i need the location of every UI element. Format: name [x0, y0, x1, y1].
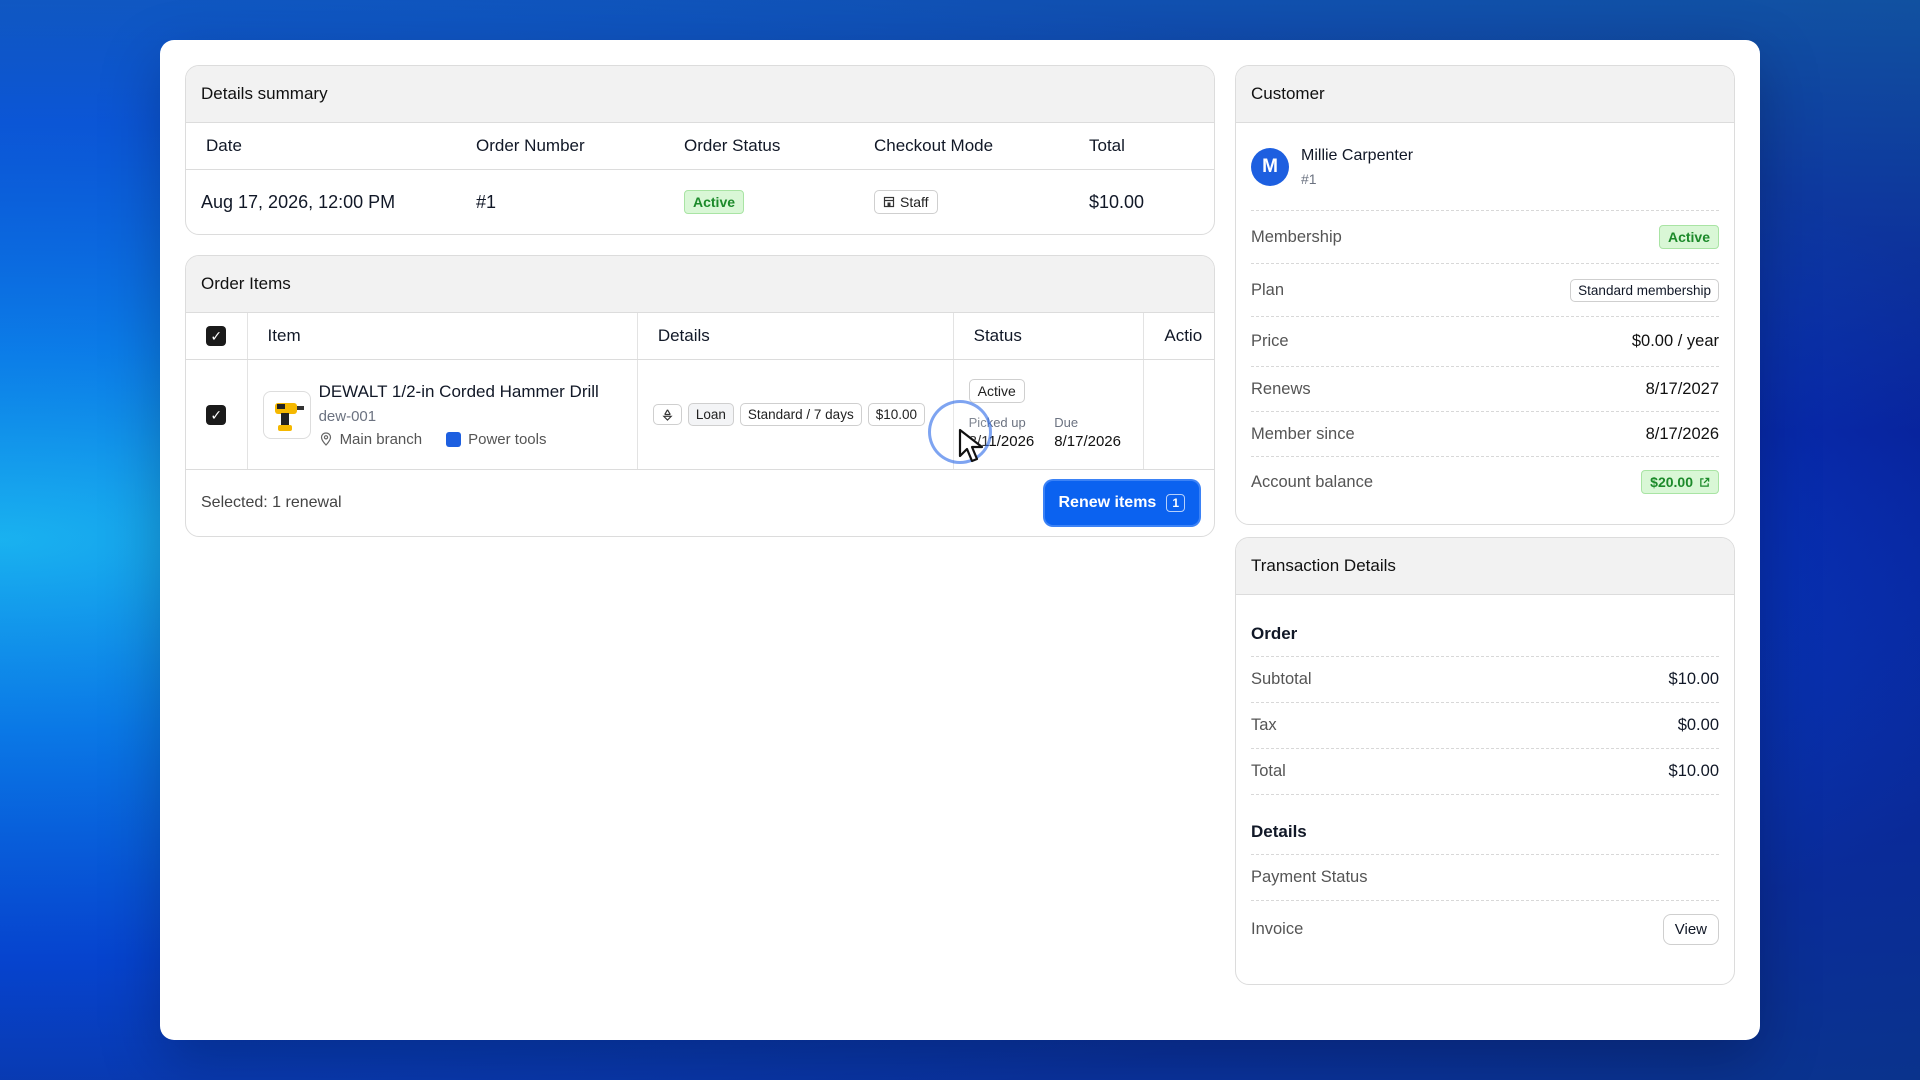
plan-badge: Standard membership	[1570, 278, 1719, 302]
order-items-footer: Selected: 1 renewal Renew items 1	[186, 470, 1214, 536]
category-color-icon	[446, 431, 462, 447]
payment-status-label: Payment Status	[1251, 868, 1368, 886]
plan-label: Plan	[1251, 280, 1285, 299]
drill-icon	[274, 402, 304, 431]
recycle-badge	[652, 404, 682, 425]
customer-profile[interactable]: M Millie Carpenter #1	[1251, 123, 1719, 211]
recycle-icon	[662, 409, 673, 421]
row-checkbox[interactable]: ✓	[206, 404, 227, 425]
subtotal-row: Subtotal $10.00	[1251, 657, 1719, 703]
store-icon	[883, 196, 895, 208]
due-date: 8/17/2026	[1054, 433, 1121, 450]
price-label: Price	[1251, 332, 1289, 350]
customer-title: Customer	[1236, 66, 1734, 123]
external-link-icon	[1700, 477, 1710, 487]
details-section-title: Details	[1251, 795, 1719, 855]
balance-label: Account balance	[1251, 472, 1374, 491]
details-summary-title: Details summary	[186, 66, 1214, 123]
balance-value: $20.00	[1650, 474, 1693, 490]
renew-items-label: Renew items	[1058, 494, 1157, 511]
payment-status-row: Payment Status	[1251, 855, 1719, 901]
header-details: Details	[638, 313, 954, 359]
balance-badge[interactable]: $20.00	[1641, 470, 1719, 494]
order-status-badge: Active	[684, 190, 745, 214]
membership-row: Membership Active	[1251, 211, 1719, 264]
item-category: Power tools	[468, 430, 547, 448]
order-items-card: Order Items ✓ Item Details Status Actio …	[185, 255, 1215, 537]
customer-number: #1	[1301, 170, 1317, 187]
transaction-title: Transaction Details	[1236, 538, 1734, 595]
due-label: Due	[1054, 415, 1079, 430]
total-row: Total $10.00	[1251, 749, 1719, 795]
header-order-status: Order Status	[684, 136, 781, 155]
header-checkout-mode: Checkout Mode	[874, 136, 994, 155]
header-order-number: Order Number	[476, 136, 585, 155]
member-since-row: Member since 8/17/2026	[1251, 412, 1719, 457]
total-label: Total	[1251, 762, 1286, 780]
renews-value: 8/17/2027	[1645, 379, 1719, 398]
balance-row: Account balance $20.00	[1251, 457, 1719, 507]
header-total: Total	[1089, 136, 1125, 155]
membership-badge: Active	[1658, 225, 1719, 249]
tax-label: Tax	[1251, 716, 1277, 734]
order-section-title: Order	[1251, 595, 1719, 657]
item-name[interactable]: DEWALT 1/2-in Corded Hammer Drill	[319, 382, 599, 402]
renews-label: Renews	[1251, 379, 1311, 398]
summary-data-row: Aug 17, 2026, 12:00 PM #1 Active Staff $…	[186, 170, 1214, 234]
select-all-checkbox[interactable]: ✓	[206, 326, 227, 346]
table-row: ✓ DEWALT 1/2-in Corded Hammer Drill dew-…	[186, 360, 1214, 470]
order-date: Aug 17, 2026, 12:00 PM	[201, 191, 396, 212]
checkout-mode-label: Staff	[900, 194, 929, 210]
price-row: Price $0.00 / year	[1251, 317, 1719, 367]
order-total: $10.00	[1089, 191, 1145, 212]
member-since-label: Member since	[1251, 424, 1355, 443]
header-status: Status	[954, 313, 1145, 359]
item-status-badge: Active	[968, 379, 1025, 403]
order-items-title: Order Items	[186, 256, 1214, 313]
avatar: M	[1251, 147, 1289, 186]
subtotal-label: Subtotal	[1251, 670, 1312, 688]
member-since-value: 8/17/2026	[1645, 424, 1719, 443]
tax-value: $0.00	[1677, 716, 1719, 734]
item-type-badge: Loan	[687, 403, 734, 426]
renew-items-button[interactable]: Renew items 1	[1044, 481, 1199, 525]
item-location: Main branch	[339, 430, 423, 448]
header-date: Date	[206, 136, 242, 155]
header-action: Actio	[1164, 326, 1203, 345]
header-item: Item	[248, 313, 638, 359]
details-summary-card: Details summary Date Order Number Order …	[185, 65, 1215, 235]
invoice-row: Invoice View	[1251, 901, 1719, 957]
tax-row: Tax $0.00	[1251, 703, 1719, 749]
checkout-mode-badge: Staff	[874, 190, 938, 214]
renews-row: Renews 8/17/2027	[1251, 367, 1719, 412]
customer-name: Millie Carpenter	[1301, 146, 1414, 164]
total-value: $10.00	[1668, 762, 1719, 780]
customer-card: Customer M Millie Carpenter #1 Membershi…	[1235, 65, 1735, 525]
view-invoice-button[interactable]: View	[1662, 913, 1719, 945]
app-window: Details summary Date Order Number Order …	[160, 40, 1760, 1040]
mouse-cursor-icon	[958, 428, 984, 463]
membership-label: Membership	[1251, 227, 1342, 246]
item-plan-badge: Standard / 7 days	[739, 403, 862, 426]
summary-header-row: Date Order Number Order Status Checkout …	[186, 123, 1214, 170]
selected-count: Selected: 1 renewal	[201, 494, 342, 511]
order-items-header-row: ✓ Item Details Status Actio	[186, 313, 1214, 360]
renew-count-badge: 1	[1166, 494, 1185, 512]
item-thumbnail	[262, 390, 311, 439]
subtotal-value: $10.00	[1668, 670, 1719, 688]
item-sku: dew-001	[318, 407, 377, 425]
location-pin-icon	[320, 432, 331, 446]
price-value: $0.00 / year	[1631, 332, 1719, 350]
item-price-badge: $10.00	[867, 403, 925, 426]
invoice-label: Invoice	[1251, 919, 1304, 938]
transaction-details-card: Transaction Details Order Subtotal $10.0…	[1235, 537, 1735, 985]
row-action-cell	[1144, 360, 1214, 469]
plan-row: Plan Standard membership	[1251, 264, 1719, 317]
order-number: #1	[476, 191, 497, 212]
